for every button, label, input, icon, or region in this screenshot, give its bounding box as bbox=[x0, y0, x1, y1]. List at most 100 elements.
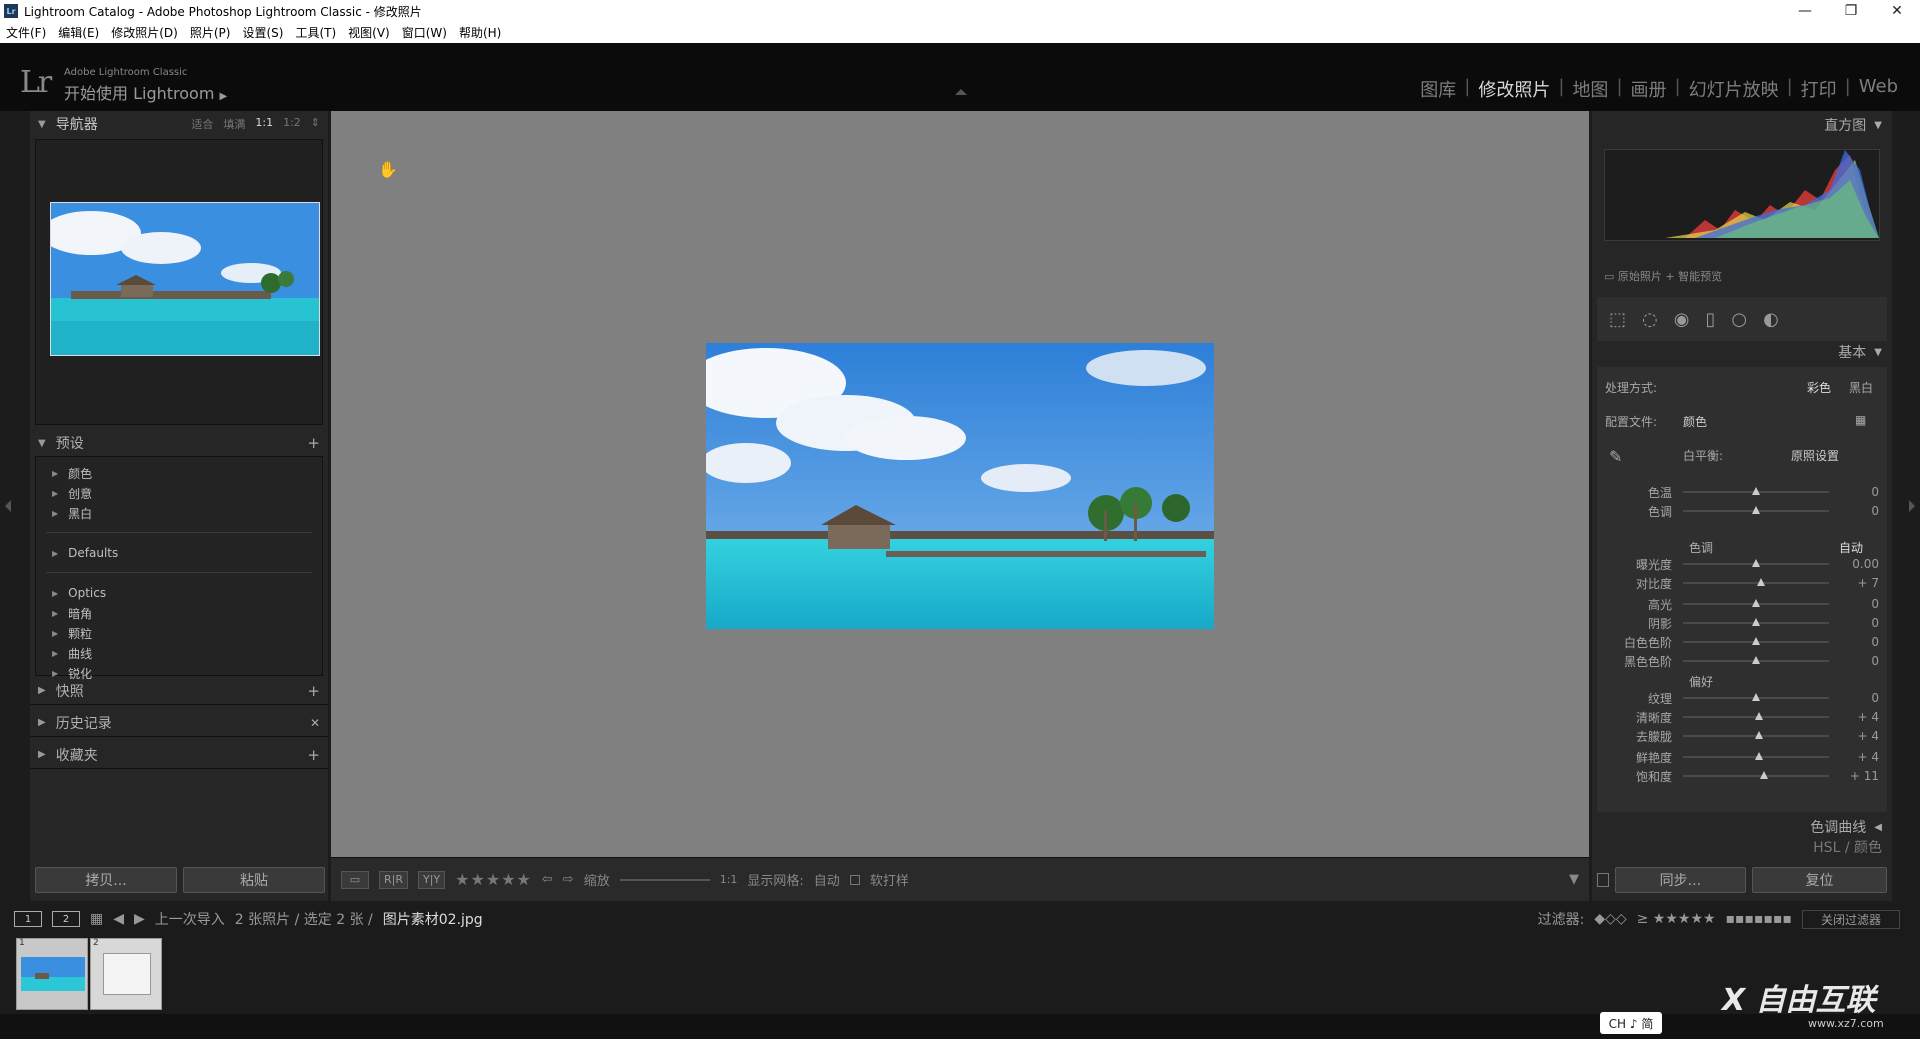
history-header[interactable]: ▶ 历史记录 ✕ bbox=[30, 709, 328, 737]
module-print[interactable]: 打印 bbox=[1793, 76, 1845, 102]
slider-knob[interactable] bbox=[1752, 637, 1760, 645]
slider-track[interactable] bbox=[1683, 637, 1829, 645]
tone-curve-header[interactable]: 色调曲线 ◀ bbox=[1592, 814, 1892, 840]
menu-help[interactable]: 帮助(H) bbox=[459, 24, 501, 41]
add-preset-icon[interactable]: + bbox=[307, 434, 320, 452]
slider-value[interactable]: 0 bbox=[1871, 616, 1879, 630]
filmstrip-thumb[interactable]: 1 bbox=[16, 938, 88, 1010]
copy-button[interactable]: 拷贝... bbox=[35, 867, 177, 893]
wb-eyedropper-icon[interactable]: ✎ bbox=[1609, 447, 1622, 466]
radial-filter-icon[interactable]: ○ bbox=[1731, 309, 1747, 330]
auto-sync-switch[interactable] bbox=[1597, 873, 1609, 887]
next-photo-icon[interactable]: ⇨ bbox=[563, 872, 574, 887]
slider-track[interactable] bbox=[1683, 771, 1829, 779]
navigator-thumbnail[interactable] bbox=[50, 202, 320, 356]
module-map[interactable]: 地图 bbox=[1564, 76, 1616, 102]
profile-select[interactable]: 颜色 bbox=[1683, 413, 1707, 430]
zoom-fit[interactable]: 适合 bbox=[191, 116, 213, 132]
slider-knob[interactable] bbox=[1754, 752, 1763, 760]
toolbar-menu-icon[interactable]: ▼ bbox=[1569, 872, 1579, 887]
slider-knob[interactable] bbox=[1752, 487, 1760, 495]
slider-track[interactable] bbox=[1683, 578, 1829, 586]
slider-value[interactable]: + 4 bbox=[1857, 710, 1879, 724]
slider-knob[interactable] bbox=[1754, 712, 1763, 720]
before-after-yy-icon[interactable]: Y|Y bbox=[418, 870, 446, 889]
paste-button[interactable]: 粘贴 bbox=[183, 867, 325, 893]
left-panel-toggle-icon[interactable] bbox=[5, 500, 11, 512]
filmstrip-thumb[interactable]: 2 bbox=[90, 938, 162, 1010]
slider-value[interactable]: + 4 bbox=[1857, 750, 1879, 764]
rating-filter-stars[interactable]: ≥ ★★★★★ bbox=[1637, 911, 1716, 927]
module-library[interactable]: 图库 bbox=[1412, 76, 1464, 102]
navigator-header[interactable]: ▼ 导航器 适合 填满 1:1 1:2 ⇕ bbox=[30, 111, 328, 137]
flag-filter-icons[interactable]: ◆◇◇ bbox=[1594, 911, 1626, 927]
profile-browser-icon[interactable]: ▦ bbox=[1855, 413, 1866, 427]
spot-removal-icon[interactable]: ◌ bbox=[1642, 309, 1658, 330]
reset-button[interactable]: 复位 bbox=[1751, 867, 1887, 893]
menu-file[interactable]: 文件(F) bbox=[6, 24, 46, 41]
module-web[interactable]: Web bbox=[1851, 76, 1906, 102]
hsl-header[interactable]: HSL / 颜色 bbox=[1592, 839, 1892, 855]
treatment-color[interactable]: 彩色 bbox=[1807, 379, 1831, 396]
menu-edit[interactable]: 编辑(E) bbox=[58, 24, 99, 41]
sync-button[interactable]: 同步... bbox=[1614, 867, 1746, 893]
menu-window[interactable]: 窗口(W) bbox=[402, 24, 447, 41]
preset-folder-grain[interactable]: ▶ 颗粒 bbox=[36, 623, 322, 643]
zoom-1-1[interactable]: 1:1 bbox=[255, 116, 273, 132]
zoom-stepper-icon[interactable]: ⇕ bbox=[311, 116, 320, 132]
presets-header[interactable]: ▼ 预设 + bbox=[30, 429, 328, 457]
slider-track[interactable] bbox=[1683, 618, 1829, 626]
slider-knob[interactable] bbox=[1752, 693, 1760, 701]
close-icon[interactable]: ✕ bbox=[1874, 0, 1920, 22]
slider-value[interactable]: 0.00 bbox=[1852, 557, 1879, 571]
slider-knob[interactable] bbox=[1752, 618, 1760, 626]
main-photo[interactable] bbox=[706, 343, 1214, 629]
minimize-icon[interactable]: — bbox=[1782, 0, 1828, 22]
preset-folder-bw[interactable]: ▶ 黑白 bbox=[36, 503, 322, 523]
slider-track[interactable] bbox=[1683, 731, 1829, 739]
module-slideshow[interactable]: 幻灯片放映 bbox=[1681, 76, 1787, 102]
preset-folder-curve[interactable]: ▶ 曲线 bbox=[36, 643, 322, 663]
slider-knob[interactable] bbox=[1754, 731, 1763, 739]
right-panel-toggle-icon[interactable] bbox=[1909, 500, 1915, 512]
collapse-top-arrow-icon[interactable] bbox=[955, 89, 967, 95]
current-filename[interactable]: 图片素材02.jpg bbox=[383, 909, 483, 929]
loupe-view-icon[interactable]: ▭ bbox=[341, 870, 369, 889]
window-1-toggle[interactable]: 1 bbox=[14, 911, 42, 927]
collections-header[interactable]: ▶ 收藏夹 + bbox=[30, 741, 328, 769]
slider-track[interactable] bbox=[1683, 752, 1829, 760]
add-collection-icon[interactable]: + bbox=[307, 746, 320, 764]
slider-knob[interactable] bbox=[1757, 578, 1766, 586]
forward-icon[interactable]: ▶ bbox=[134, 911, 145, 927]
softproof-checkbox[interactable] bbox=[849, 874, 860, 885]
slider-knob[interactable] bbox=[1752, 506, 1760, 514]
add-snapshot-icon[interactable]: + bbox=[307, 682, 320, 700]
slider-value[interactable]: 0 bbox=[1871, 691, 1879, 705]
slider-knob[interactable] bbox=[1760, 771, 1769, 779]
slider-value[interactable]: 0 bbox=[1871, 635, 1879, 649]
back-icon[interactable]: ◀ bbox=[113, 911, 124, 927]
preset-folder-creative[interactable]: ▶ 创意 bbox=[36, 483, 322, 503]
preset-folder-color[interactable]: ▶ 颜色 bbox=[36, 463, 322, 483]
window-2-toggle[interactable]: 2 bbox=[52, 911, 80, 927]
slider-value[interactable]: 0 bbox=[1871, 485, 1879, 499]
wb-select[interactable]: 原照设置 bbox=[1791, 447, 1839, 464]
slider-value[interactable]: 0 bbox=[1871, 597, 1879, 611]
grid-view-icon[interactable]: ▦ bbox=[90, 911, 103, 927]
before-after-lr-icon[interactable]: R|R bbox=[379, 870, 408, 889]
menu-view[interactable]: 视图(V) bbox=[348, 24, 390, 41]
image-canvas[interactable]: ✋ bbox=[331, 111, 1589, 857]
slider-value[interactable]: + 11 bbox=[1850, 769, 1879, 783]
slider-value[interactable]: 0 bbox=[1871, 504, 1879, 518]
slider-track[interactable] bbox=[1683, 487, 1829, 495]
rating-stars[interactable]: ★★★★★ bbox=[455, 870, 532, 889]
treatment-bw[interactable]: 黑白 bbox=[1849, 379, 1873, 396]
slider-track[interactable] bbox=[1683, 599, 1829, 607]
slider-value[interactable]: 0 bbox=[1871, 654, 1879, 668]
slider-knob[interactable] bbox=[1752, 599, 1760, 607]
filter-select[interactable]: 关闭过滤器 bbox=[1801, 909, 1900, 929]
basic-header[interactable]: 基本 ▼ bbox=[1592, 338, 1892, 366]
menu-settings[interactable]: 设置(S) bbox=[242, 24, 283, 41]
slider-track[interactable] bbox=[1683, 712, 1829, 720]
slider-knob[interactable] bbox=[1752, 559, 1760, 567]
